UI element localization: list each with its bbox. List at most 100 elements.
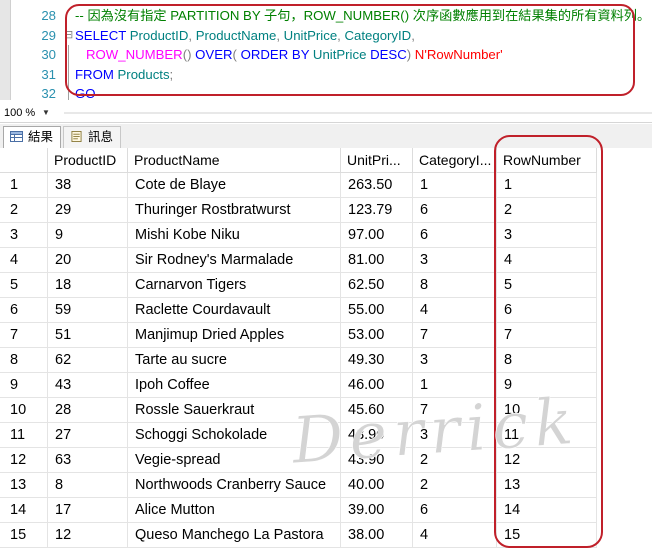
table-cell[interactable]: 6 <box>413 223 497 248</box>
table-cell[interactable]: 8 <box>413 273 497 298</box>
table-cell[interactable]: Cote de Blaye <box>128 173 341 198</box>
table-cell[interactable]: Schoggi Schokolade <box>128 423 341 448</box>
results-grid[interactable]: ProductID ProductName UnitPri... CategoryI.… <box>0 148 652 548</box>
row-number-cell[interactable]: 14 <box>0 498 48 523</box>
table-cell[interactable]: 6 <box>413 498 497 523</box>
row-number-cell[interactable]: 10 <box>0 398 48 423</box>
table-cell[interactable]: 43 <box>48 373 128 398</box>
table-cell[interactable]: 17 <box>48 498 128 523</box>
sql-editor[interactable]: 28 -- 因為沒有指定 PARTITION BY 子句，ROW_NUMBER()… <box>0 0 652 100</box>
table-cell[interactable]: 12 <box>497 448 597 473</box>
table-cell[interactable]: 38 <box>48 173 128 198</box>
table-cell[interactable]: 18 <box>48 273 128 298</box>
row-header-corner[interactable] <box>0 148 48 173</box>
table-cell[interactable]: Thuringer Rostbratwurst <box>128 198 341 223</box>
table-cell[interactable]: 43.90 <box>341 423 413 448</box>
table-cell[interactable]: 51 <box>48 323 128 348</box>
table-cell[interactable]: 13 <box>497 473 597 498</box>
tab-messages[interactable]: 訊息 <box>63 126 121 148</box>
row-number-cell[interactable]: 9 <box>0 373 48 398</box>
table-row[interactable]: 7 51 Manjimup Dried Apples 53.00 7 7 <box>0 323 652 348</box>
table-cell[interactable]: 38.00 <box>341 523 413 548</box>
table-cell[interactable]: 1 <box>497 173 597 198</box>
row-number-cell[interactable]: 12 <box>0 448 48 473</box>
table-cell[interactable]: Northwoods Cranberry Sauce <box>128 473 341 498</box>
table-cell[interactable]: 4 <box>413 298 497 323</box>
table-cell[interactable]: 20 <box>48 248 128 273</box>
table-cell[interactable]: 43.90 <box>341 448 413 473</box>
table-cell[interactable]: 28 <box>48 398 128 423</box>
table-cell[interactable]: 62.50 <box>341 273 413 298</box>
table-cell[interactable]: 9 <box>48 223 128 248</box>
table-cell[interactable]: Sir Rodney's Marmalade <box>128 248 341 273</box>
table-cell[interactable]: 53.00 <box>341 323 413 348</box>
table-cell[interactable]: 59 <box>48 298 128 323</box>
table-cell[interactable]: 55.00 <box>341 298 413 323</box>
table-cell[interactable]: 8 <box>497 348 597 373</box>
row-number-cell[interactable]: 4 <box>0 248 48 273</box>
row-number-cell[interactable]: 3 <box>0 223 48 248</box>
table-row[interactable]: 4 20 Sir Rodney's Marmalade 81.00 3 4 <box>0 248 652 273</box>
table-cell[interactable]: Alice Mutton <box>128 498 341 523</box>
table-cell[interactable]: 81.00 <box>341 248 413 273</box>
row-number-cell[interactable]: 11 <box>0 423 48 448</box>
table-row[interactable]: 6 59 Raclette Courdavault 55.00 4 6 <box>0 298 652 323</box>
column-header[interactable]: UnitPri... <box>341 148 413 173</box>
table-row[interactable]: 3 9 Mishi Kobe Niku 97.00 6 3 <box>0 223 652 248</box>
table-cell[interactable]: Mishi Kobe Niku <box>128 223 341 248</box>
table-cell[interactable]: 5 <box>497 273 597 298</box>
table-cell[interactable]: 2 <box>497 198 597 223</box>
table-row[interactable]: 14 17 Alice Mutton 39.00 6 14 <box>0 498 652 523</box>
code-line[interactable]: 29 ⊟ SELECT ProductID, ProductName, UnitPr… <box>0 26 652 46</box>
code-line[interactable]: 31 FROM Products; <box>0 64 652 84</box>
row-number-cell[interactable]: 15 <box>0 523 48 548</box>
row-number-cell[interactable]: 2 <box>0 198 48 223</box>
table-cell[interactable]: 2 <box>413 473 497 498</box>
table-cell[interactable]: Ipoh Coffee <box>128 373 341 398</box>
table-cell[interactable]: 27 <box>48 423 128 448</box>
table-cell[interactable]: 4 <box>413 523 497 548</box>
table-cell[interactable]: 12 <box>48 523 128 548</box>
row-number-cell[interactable]: 6 <box>0 298 48 323</box>
horizontal-scrollbar[interactable] <box>64 108 652 118</box>
table-row[interactable]: 9 43 Ipoh Coffee 46.00 1 9 <box>0 373 652 398</box>
table-cell[interactable]: 263.50 <box>341 173 413 198</box>
table-cell[interactable]: Tarte au sucre <box>128 348 341 373</box>
table-row[interactable]: 11 27 Schoggi Schokolade 43.90 3 11 <box>0 423 652 448</box>
row-number-cell[interactable]: 8 <box>0 348 48 373</box>
column-header[interactable]: RowNumber <box>497 148 597 173</box>
table-cell[interactable]: Raclette Courdavault <box>128 298 341 323</box>
collapse-icon[interactable]: ⊟ <box>64 26 73 46</box>
table-cell[interactable]: 3 <box>413 423 497 448</box>
table-cell[interactable]: Rossle Sauerkraut <box>128 398 341 423</box>
table-cell[interactable]: 45.60 <box>341 398 413 423</box>
table-cell[interactable]: 39.00 <box>341 498 413 523</box>
row-number-cell[interactable]: 7 <box>0 323 48 348</box>
table-cell[interactable]: 1 <box>413 173 497 198</box>
table-cell[interactable]: 123.79 <box>341 198 413 223</box>
code-line[interactable]: 28 -- 因為沒有指定 PARTITION BY 子句，ROW_NUMBER()… <box>0 6 652 26</box>
table-cell[interactable]: 63 <box>48 448 128 473</box>
table-cell[interactable]: 3 <box>413 348 497 373</box>
table-cell[interactable]: 9 <box>497 373 597 398</box>
table-cell[interactable]: 29 <box>48 198 128 223</box>
table-row[interactable]: 10 28 Rossle Sauerkraut 45.60 7 10 <box>0 398 652 423</box>
table-cell[interactable]: 4 <box>497 248 597 273</box>
table-cell[interactable]: 11 <box>497 423 597 448</box>
row-number-cell[interactable]: 13 <box>0 473 48 498</box>
table-cell[interactable]: 3 <box>497 223 597 248</box>
code-line[interactable]: 30 ROW_NUMBER() OVER( ORDER BY UnitPrice… <box>0 45 652 65</box>
table-cell[interactable]: 6 <box>497 298 597 323</box>
table-row[interactable]: 15 12 Queso Manchego La Pastora 38.00 4 15 <box>0 523 652 548</box>
table-row[interactable]: 5 18 Carnarvon Tigers 62.50 8 5 <box>0 273 652 298</box>
table-row[interactable]: 13 8 Northwoods Cranberry Sauce 40.00 2 13 <box>0 473 652 498</box>
column-header[interactable]: CategoryI... <box>413 148 497 173</box>
table-cell[interactable]: 10 <box>497 398 597 423</box>
table-cell[interactable]: Queso Manchego La Pastora <box>128 523 341 548</box>
table-cell[interactable]: 7 <box>413 323 497 348</box>
table-cell[interactable]: 1 <box>413 373 497 398</box>
table-cell[interactable]: 14 <box>497 498 597 523</box>
table-cell[interactable]: Manjimup Dried Apples <box>128 323 341 348</box>
table-cell[interactable]: 97.00 <box>341 223 413 248</box>
row-number-cell[interactable]: 5 <box>0 273 48 298</box>
